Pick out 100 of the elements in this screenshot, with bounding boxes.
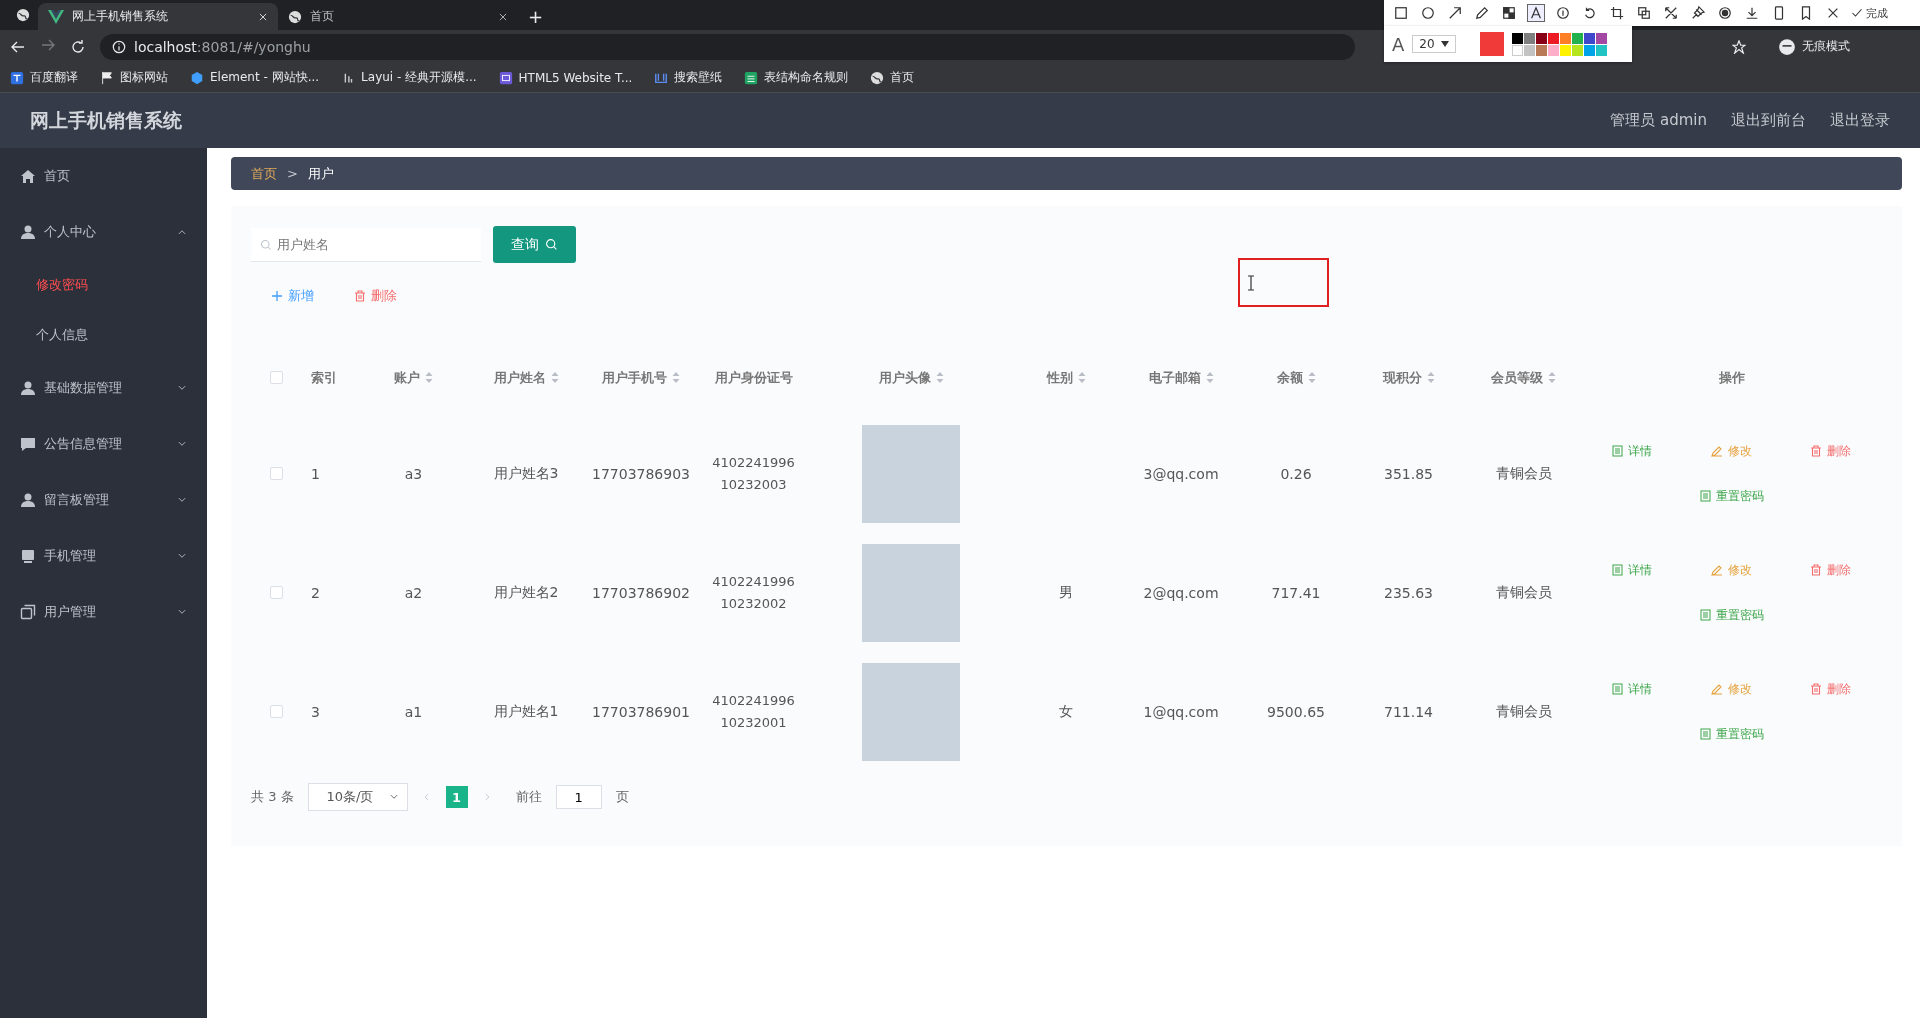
color-swatch[interactable] xyxy=(1595,44,1607,56)
color-swatch[interactable] xyxy=(1547,44,1559,56)
query-button[interactable]: 查询 xyxy=(493,226,576,263)
plus-icon xyxy=(271,290,283,302)
copy-icon xyxy=(1637,6,1651,20)
row-checkbox[interactable] xyxy=(269,586,283,599)
close-icon xyxy=(498,11,508,22)
table-cell-text: 410224199610232003 xyxy=(711,453,796,494)
bookmark-item[interactable]: 首页 xyxy=(870,69,915,86)
sidebar-item[interactable]: 留言板管理 xyxy=(0,472,207,528)
page-size-dropdown[interactable]: 10条/页 xyxy=(307,783,408,811)
color-swatch[interactable] xyxy=(1559,32,1571,44)
bookmark-item[interactable]: Element - 网站快... xyxy=(190,69,320,86)
bookmark-item[interactable]: 图标网站 xyxy=(100,69,168,86)
tool-button[interactable] xyxy=(1527,4,1545,22)
bookmark-item[interactable]: 搜索壁纸 xyxy=(654,69,723,86)
expand-icon xyxy=(1664,6,1678,20)
color-swatch[interactable] xyxy=(1583,44,1595,56)
globe-icon xyxy=(288,9,302,24)
done-button[interactable]: 完成 xyxy=(1851,5,1888,21)
tool-button[interactable] xyxy=(1608,4,1626,22)
tool-button[interactable] xyxy=(1635,4,1653,22)
record-icon xyxy=(1718,6,1732,20)
sidebar-item[interactable]: 公告信息管理 xyxy=(0,416,207,472)
bookmark-item[interactable]: HTML5 Website T... xyxy=(498,70,633,85)
sidebar-item[interactable]: 基础数据管理 xyxy=(0,360,207,416)
column-header: 用户头像 xyxy=(878,368,931,387)
tool-button[interactable] xyxy=(1662,4,1680,22)
phone-icon xyxy=(1772,6,1786,20)
browser-tab[interactable]: 网上手机销售系统 xyxy=(38,3,278,30)
table-cell: a2 xyxy=(404,584,423,601)
copy-icon xyxy=(20,604,36,620)
column-header: 用户手机号 xyxy=(602,368,667,387)
globe-icon xyxy=(870,70,885,85)
header-link[interactable]: 退出到前台 xyxy=(1731,111,1806,130)
table-cell: 3@qq.com xyxy=(1143,465,1219,482)
table-cell: 女 xyxy=(1059,702,1073,719)
user-icon xyxy=(20,492,36,508)
table-cell: 用户姓名2 xyxy=(493,583,559,600)
color-swatch[interactable] xyxy=(1583,32,1595,44)
color-swatch[interactable] xyxy=(1571,44,1583,56)
color-swatch[interactable] xyxy=(1547,32,1559,44)
bookmark-item[interactable]: Layui - 经典开源模... xyxy=(341,69,477,86)
v-logo-icon xyxy=(48,9,64,24)
row-checkbox[interactable] xyxy=(269,705,283,718)
close-icon xyxy=(258,11,268,22)
font-size-label: A xyxy=(1392,33,1405,55)
pencil-icon xyxy=(1711,564,1723,576)
tool-button[interactable] xyxy=(1716,4,1734,22)
column-header: 会员等级 xyxy=(1491,368,1543,387)
color-swatch[interactable] xyxy=(1523,44,1535,56)
color-swatch[interactable] xyxy=(1559,44,1571,56)
color-swatch[interactable] xyxy=(1535,32,1547,44)
row-checkbox[interactable] xyxy=(269,467,283,480)
tool-button[interactable] xyxy=(1419,4,1437,22)
sidebar-item[interactable]: 首页 xyxy=(0,148,207,204)
search-field[interactable]: 用户姓名 xyxy=(251,227,481,262)
header-link[interactable]: 退出登录 xyxy=(1830,111,1890,130)
mosaic-icon xyxy=(1502,6,1516,20)
tool-button[interactable] xyxy=(1554,4,1572,22)
breadcrumb-item: 用户 xyxy=(307,164,334,183)
new-tab-button[interactable]: + xyxy=(518,3,554,30)
column-header: 索引 xyxy=(311,368,337,387)
color-swatch[interactable] xyxy=(1595,32,1607,44)
table-cell: a3 xyxy=(404,465,423,482)
tool-button[interactable] xyxy=(1473,4,1491,22)
color-swatch[interactable] xyxy=(1511,32,1523,44)
font-size-dropdown[interactable]: 20 xyxy=(1412,35,1456,53)
bookmark-item[interactable]: 表结构命名规则 xyxy=(744,69,849,86)
color-swatch[interactable] xyxy=(1511,44,1523,56)
address-bar[interactable]: localhost:8081/#/yonghu xyxy=(100,33,1355,60)
page-unit-label: 页 xyxy=(615,788,629,806)
header-link[interactable]: 管理员 admin xyxy=(1610,111,1707,130)
trash-icon xyxy=(1810,564,1823,576)
table-cell: 17703786902 xyxy=(592,584,690,601)
sidebar-item[interactable]: 用户管理 xyxy=(0,584,207,640)
sidebar-subitem[interactable]: 修改密码 xyxy=(0,260,207,310)
table-cell: 17703786903 xyxy=(592,465,690,482)
table-cell: 9500.65 xyxy=(1267,703,1325,720)
table-cell: 1@qq.com xyxy=(1143,703,1219,720)
sidebar-subitem[interactable]: 个人信息 xyxy=(0,310,207,360)
flag-icon xyxy=(100,70,114,85)
color-swatch[interactable] xyxy=(1571,32,1583,44)
tool-button[interactable] xyxy=(1500,4,1518,22)
bookmark-item[interactable]: 百度翻译 xyxy=(10,69,78,86)
breadcrumb-item[interactable]: 首页 xyxy=(251,164,277,183)
color-swatch[interactable] xyxy=(1535,44,1547,56)
sidebar-item[interactable]: 个人中心 xyxy=(0,204,207,260)
browser-tab[interactable]: 首页 xyxy=(278,3,518,30)
table-cell: 2@qq.com xyxy=(1143,584,1219,601)
color-swatch[interactable] xyxy=(1523,32,1535,44)
sidebar-item[interactable]: 手机管理 xyxy=(0,528,207,584)
document-icon xyxy=(1612,564,1624,576)
incognito-label: 无痕模式 xyxy=(1802,38,1850,55)
goto-page-field[interactable]: 1 xyxy=(555,785,602,809)
annotation-box[interactable] xyxy=(1238,258,1329,307)
current-color-swatch[interactable] xyxy=(1479,32,1504,56)
tool-button[interactable] xyxy=(1392,4,1410,22)
column-header: 电子邮箱 xyxy=(1148,368,1201,387)
select-all-checkbox[interactable] xyxy=(269,371,283,384)
